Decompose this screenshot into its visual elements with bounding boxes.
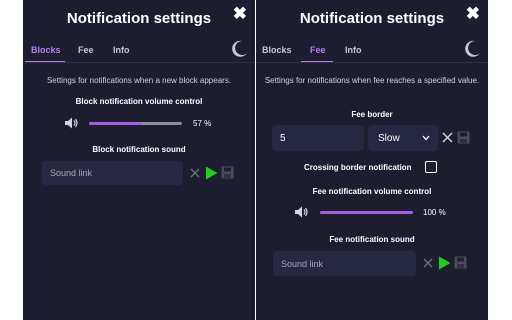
chevron-down-icon xyxy=(422,135,430,141)
tab-divider xyxy=(256,62,488,63)
clear-x-icon[interactable] xyxy=(190,168,200,178)
tab-blocks[interactable]: Blocks xyxy=(262,45,292,55)
close-icon[interactable]: ✖ xyxy=(233,4,247,24)
volume-slider[interactable] xyxy=(89,122,182,125)
fee-border-label: Fee border xyxy=(351,110,393,119)
volume-slider[interactable] xyxy=(320,211,413,214)
moon-icon[interactable] xyxy=(229,39,249,59)
tab-divider xyxy=(23,62,255,63)
volume-label: Block notification volume control xyxy=(75,97,203,106)
close-icon[interactable]: ✖ xyxy=(466,4,480,24)
save-icon[interactable] xyxy=(221,166,234,179)
save-icon[interactable] xyxy=(457,131,470,144)
sound-label: Fee notification sound xyxy=(329,235,415,244)
sound-label: Block notification sound xyxy=(92,145,186,154)
volume-row: 100 % xyxy=(256,205,488,221)
save-icon[interactable] xyxy=(454,256,467,269)
crossing-border-label: Crossing border notification xyxy=(304,163,412,172)
volume-label: Fee notification volume control xyxy=(312,187,432,196)
tab-bar: Blocks Fee Info xyxy=(23,39,255,63)
play-icon[interactable] xyxy=(438,256,451,270)
volume-slider-fill xyxy=(89,122,142,125)
fee-border-input[interactable]: 5 xyxy=(272,125,364,151)
tab-blocks[interactable]: Blocks xyxy=(31,45,61,55)
fee-settings-panel: Notification settings ✖ Blocks Fee Info … xyxy=(256,0,488,320)
sound-link-input[interactable]: Sound link xyxy=(42,161,183,185)
blocks-settings-panel: Notification settings ✖ Blocks Fee Info … xyxy=(23,0,255,320)
sound-link-input[interactable]: Sound link xyxy=(273,251,416,276)
tab-fee[interactable]: Fee xyxy=(78,45,94,55)
tab-bar: Blocks Fee Info xyxy=(256,39,488,63)
volume-row: 57 % xyxy=(23,116,255,132)
play-icon[interactable] xyxy=(205,166,218,180)
volume-slider-fill xyxy=(320,211,413,214)
panel-title: Notification settings xyxy=(299,10,445,27)
crossing-border-checkbox[interactable] xyxy=(425,161,437,173)
volume-percent: 57 % xyxy=(193,119,212,128)
volume-percent: 100 % xyxy=(423,208,446,217)
panel-title: Notification settings xyxy=(66,10,212,27)
speed-select[interactable]: Slow xyxy=(368,125,438,151)
tab-fee[interactable]: Fee xyxy=(310,45,326,55)
clear-x-icon[interactable] xyxy=(442,132,453,143)
description-text: Settings for notifications when a new bl… xyxy=(46,76,232,85)
clear-x-icon[interactable] xyxy=(423,258,433,268)
speed-select-value: Slow xyxy=(378,132,400,144)
tab-info[interactable]: Info xyxy=(345,45,362,55)
tab-info[interactable]: Info xyxy=(113,45,130,55)
speaker-icon[interactable] xyxy=(64,116,78,130)
description-text: Settings for notifications when fee reac… xyxy=(264,76,480,85)
speaker-icon[interactable] xyxy=(294,205,308,219)
moon-icon[interactable] xyxy=(462,39,482,59)
